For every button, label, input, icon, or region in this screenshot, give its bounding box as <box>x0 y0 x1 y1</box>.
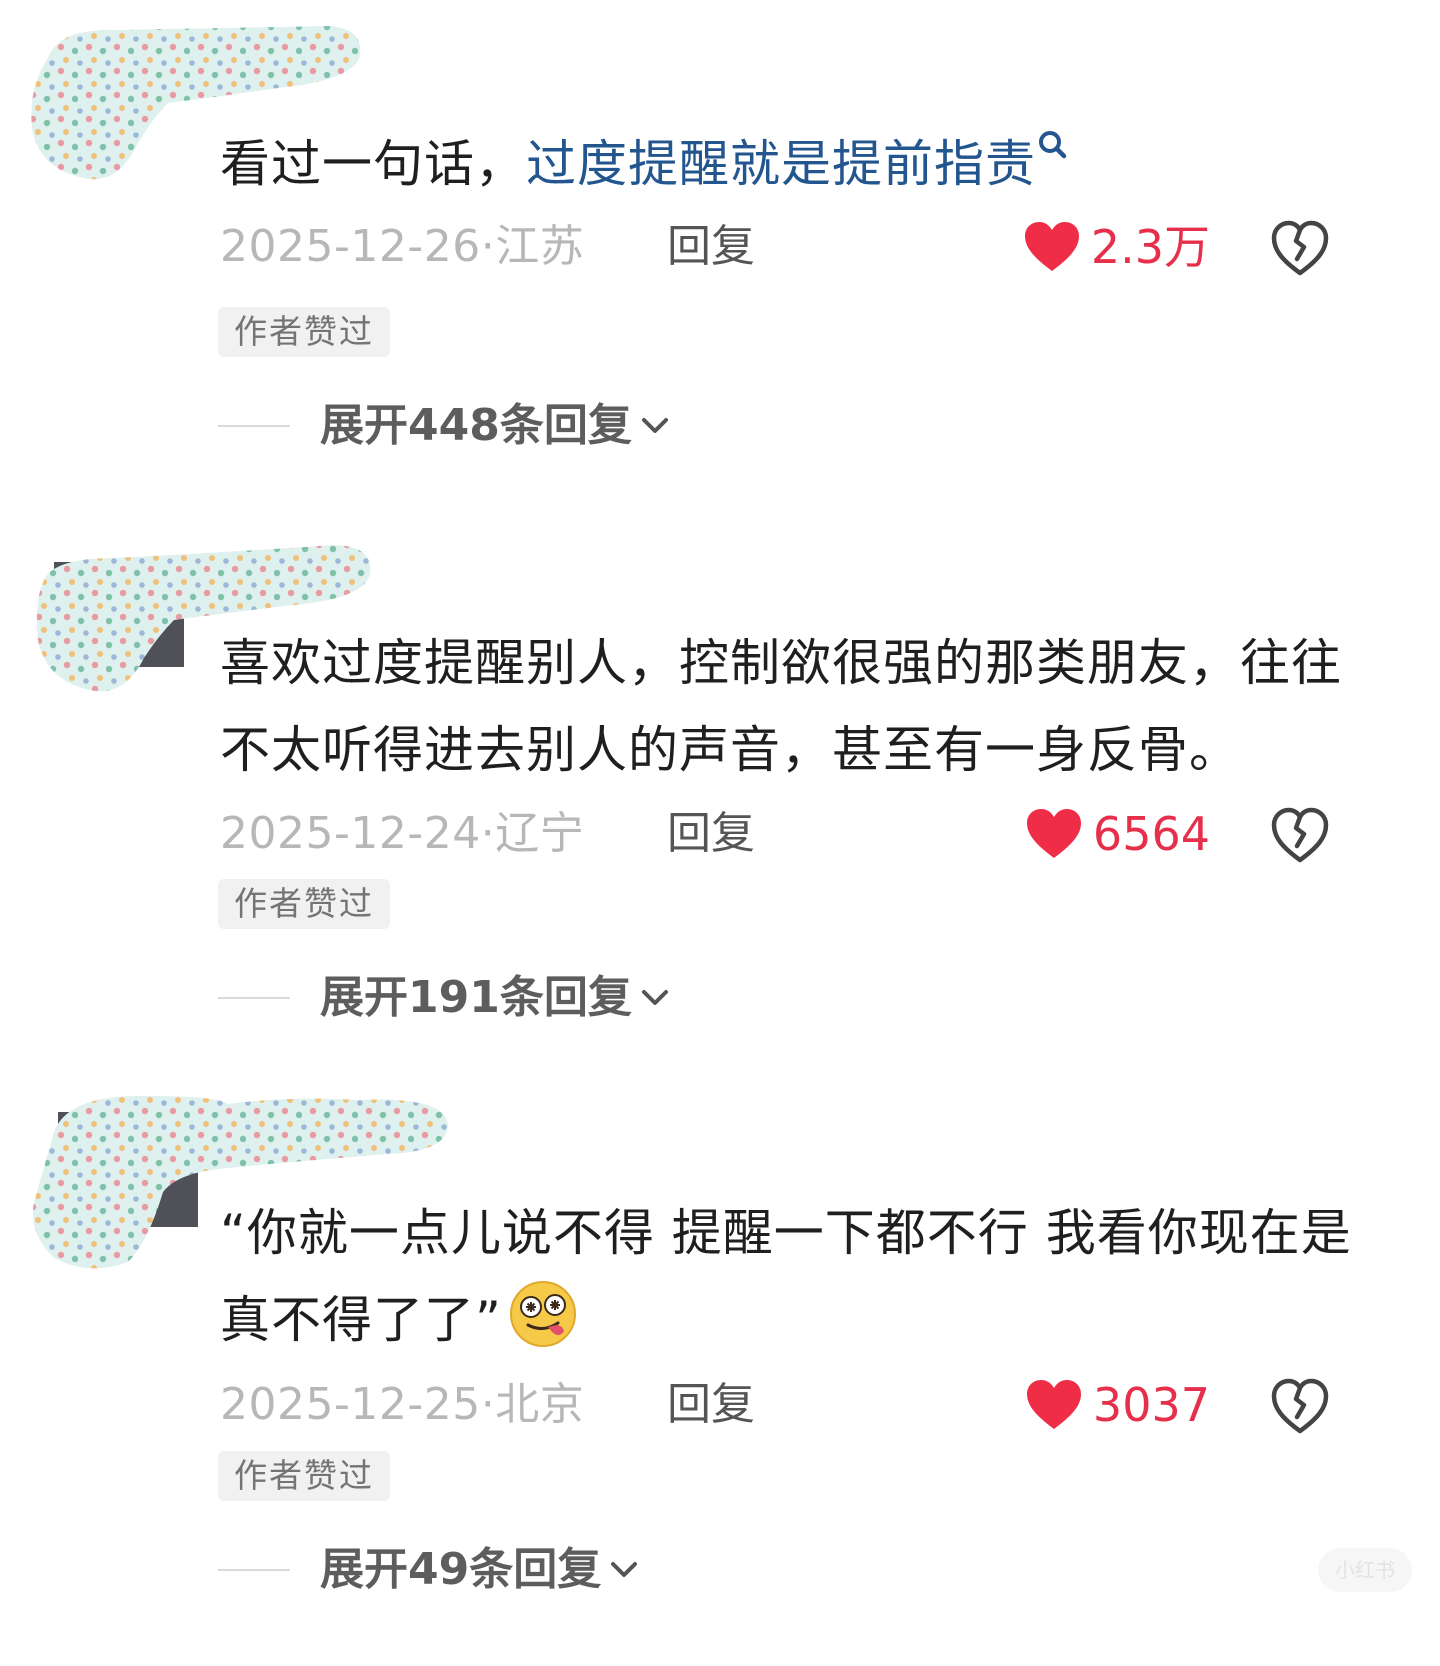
expand-replies-label: 展开49条回复 <box>320 1544 602 1595</box>
chevron-down-icon <box>611 1562 638 1577</box>
like-count: 3037 <box>1092 1378 1210 1432</box>
keyword-search-link[interactable]: 过度提醒就是提前指责 <box>526 135 1036 193</box>
comment-text: 看过一句话，过度提醒就是提前指责 <box>220 121 1360 208</box>
author-liked-badge: 作者赞过 <box>218 307 390 357</box>
reply-button[interactable]: 回复 <box>667 1375 755 1435</box>
heart-icon <box>1026 809 1081 858</box>
like-count: 6564 <box>1092 807 1210 861</box>
like-button[interactable]: 3037 <box>1025 1375 1210 1435</box>
expand-replies-label: 展开191条回复 <box>320 972 632 1023</box>
heart-icon <box>1026 1380 1081 1429</box>
dizzy-tongue-face-emoji <box>509 1281 576 1347</box>
comment-text-plain: “你就一点儿说不得 提醒一下都不行 我看你现在是真不得了了” <box>220 1204 1352 1349</box>
comment-text: “你就一点儿说不得 提醒一下都不行 我看你现在是真不得了了” <box>220 1190 1360 1364</box>
watermark-logo: 小红书 <box>1318 1548 1412 1592</box>
date-location: 2025-12-25·北京 <box>220 1379 585 1430</box>
reply-button[interactable]: 回复 <box>667 804 755 864</box>
search-icon[interactable] <box>1036 129 1070 163</box>
like-button[interactable]: 6564 <box>1025 804 1210 864</box>
date-location: 2025-12-24·辽宁 <box>220 808 585 859</box>
chevron-down-icon <box>641 990 668 1005</box>
broken-heart-icon[interactable] <box>1270 1377 1330 1435</box>
broken-heart-icon[interactable] <box>1270 219 1330 277</box>
author-liked-badge: 作者赞过 <box>218 1451 390 1501</box>
comment-meta: 2025-12-24·辽宁 回复 6564 <box>220 804 1360 864</box>
comment-text: 喜欢过度提醒别人，控制欲很强的那类朋友，往往不太听得进去别人的声音，甚至有一身反… <box>220 634 1342 779</box>
comment-meta: 2025-12-26·江苏 回复 2.3万 <box>220 217 1360 277</box>
divider-line <box>218 425 290 427</box>
date-location: 2025-12-26·江苏 <box>220 221 585 272</box>
like-button[interactable]: 2.3万 <box>1023 217 1210 277</box>
expand-replies-button[interactable]: 展开191条回复 <box>218 968 670 1028</box>
divider-line <box>218 1569 290 1571</box>
expand-replies-button[interactable]: 展开448条回复 <box>218 396 670 456</box>
like-count: 2.3万 <box>1090 220 1210 274</box>
author-liked-badge: 作者赞过 <box>218 879 390 929</box>
broken-heart-icon[interactable] <box>1270 806 1330 864</box>
expand-replies-label: 展开448条回复 <box>320 400 632 451</box>
heart-icon <box>1024 222 1079 271</box>
divider-line <box>218 997 290 999</box>
comment-text-plain: 看过一句话， <box>220 135 526 193</box>
chevron-down-icon <box>641 418 668 433</box>
expand-replies-button[interactable]: 展开49条回复 <box>218 1540 639 1600</box>
reply-button[interactable]: 回复 <box>667 217 755 277</box>
comment-meta: 2025-12-25·北京 回复 3037 <box>220 1375 1360 1435</box>
